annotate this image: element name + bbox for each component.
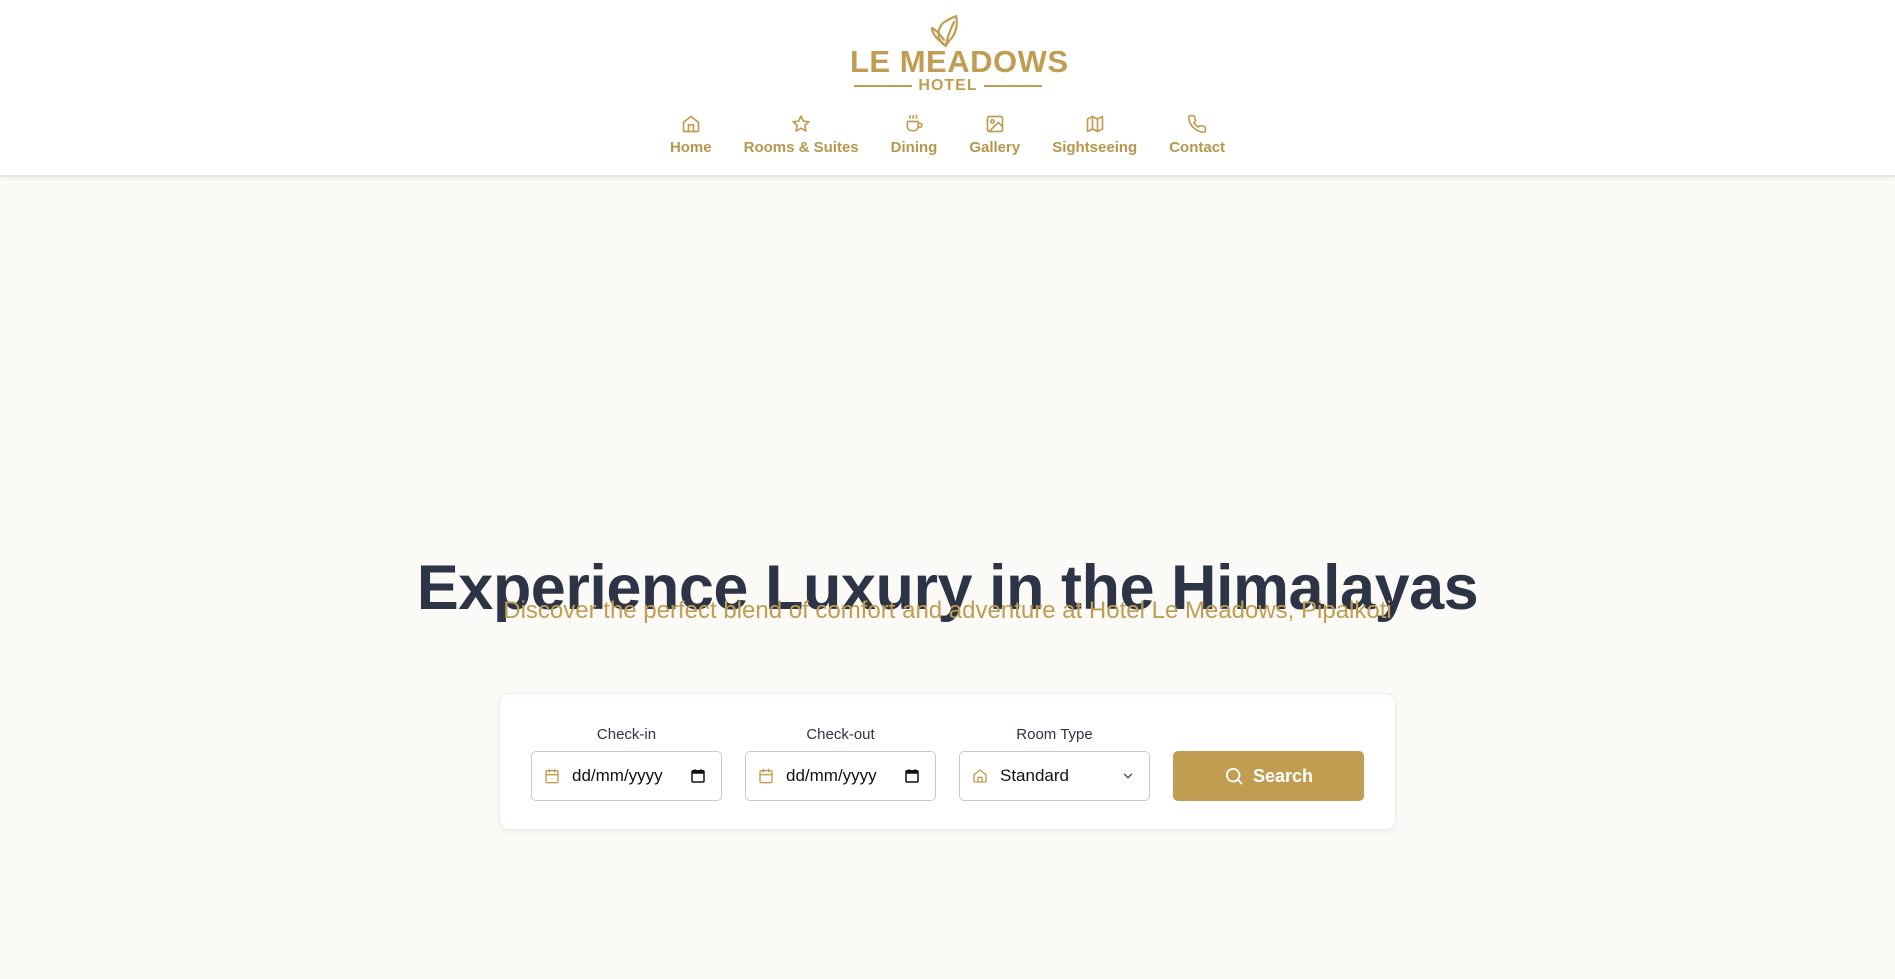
checkout-input[interactable]: dd/mm/yyyy [745,751,936,801]
nav-label: Contact [1169,139,1226,156]
search-button[interactable]: Search [1173,751,1364,801]
star-icon [792,115,810,132]
hero-subtitle: Discover the perfect blend of comfort an… [503,597,1392,624]
checkout-field: Check-out dd/mm/yyyy [745,726,936,801]
site-header: LE MEADOWS HOTEL Home Rooms & Suites Din… [0,0,1895,177]
logo-rule-right [984,85,1042,87]
nav-label: Rooms & Suites [743,139,859,156]
nav-label: Sightseeing [1052,139,1138,156]
home-icon [682,115,700,133]
checkin-field: Check-in dd/mm/yyyy [531,726,722,801]
nav-label: Home [669,139,712,156]
checkin-value: dd/mm/yyyy [572,766,663,785]
search-icon [1225,768,1243,785]
leaf-icon [930,14,958,48]
room-type-field: Room Type Standard [959,726,1150,801]
hotel-logo[interactable]: LE MEADOWS HOTEL [850,14,1069,94]
calendar-icon [545,768,559,784]
calendar-icon [759,768,773,784]
checkin-label: Check-in [596,726,657,743]
image-icon [986,115,1004,133]
nav-item-sightseeing[interactable]: Sightseeing [1052,114,1137,156]
brand-name: LE MEADOWS [850,44,1069,79]
room-type-label: Room Type [1016,726,1093,743]
checkin-input[interactable]: dd/mm/yyyy [531,751,722,801]
date-picker-icon[interactable] [689,767,707,785]
nav-item-gallery[interactable]: Gallery [969,114,1020,156]
nav-label: Gallery [969,139,1021,156]
room-type-value: Standard [1000,766,1069,785]
phone-icon [1187,114,1207,134]
nav-item-rooms[interactable]: Rooms & Suites [744,114,859,156]
coffee-icon [906,114,923,132]
map-icon [1086,115,1104,133]
nav-item-dining[interactable]: Dining [890,114,938,156]
nav-item-home[interactable]: Home [670,114,712,156]
search-button-label: Search [1252,765,1314,786]
nav-label: Dining [890,139,938,156]
date-picker-icon[interactable] [903,767,921,785]
chevron-down-icon [1123,773,1133,779]
booking-form: Check-in dd/mm/yyyy Check-out dd/mm/yyyy [499,693,1396,830]
main-nav: Home Rooms & Suites Dining Gallery Sight… [0,114,1895,156]
checkout-value: dd/mm/yyyy [786,766,877,785]
room-type-select[interactable]: Standard [959,751,1150,801]
checkout-label: Check-out [806,726,875,743]
nav-item-contact[interactable]: Contact [1169,114,1225,156]
building-icon [973,769,987,783]
